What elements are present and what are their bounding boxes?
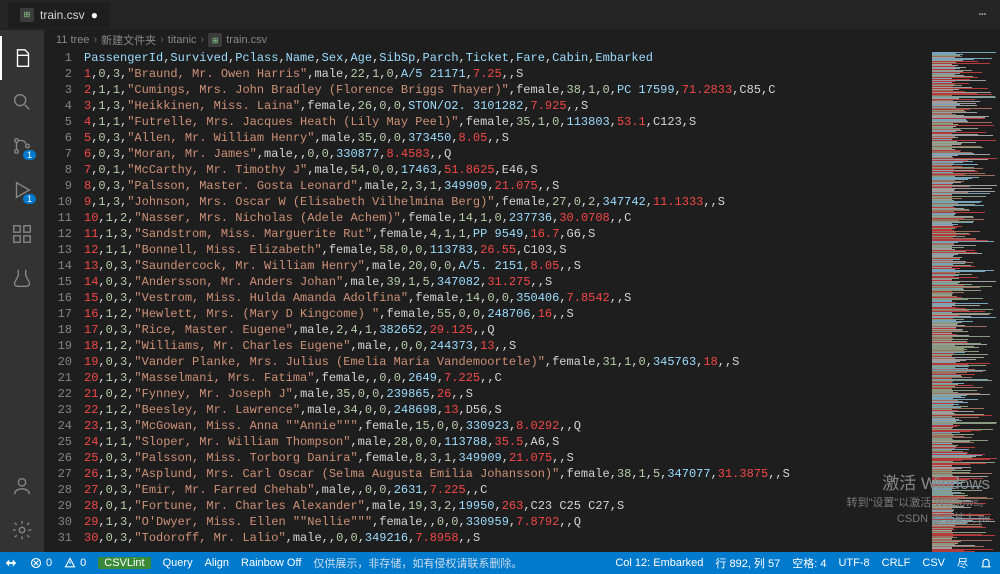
csv-query[interactable]: Query — [163, 557, 193, 569]
more-actions-icon[interactable]: ⋯ — [973, 3, 992, 26]
source-control-icon[interactable]: 1 — [0, 124, 44, 168]
line-number-gutter: 1234567891011121314151617181920212223242… — [44, 50, 84, 552]
editor-tab[interactable]: ⊞ train.csv ● — [8, 2, 110, 28]
tab-title: train.csv — [40, 8, 85, 22]
breadcrumb-seg[interactable]: 11 tree — [56, 34, 89, 46]
run-debug-icon[interactable]: 1 — [0, 168, 44, 212]
eol[interactable]: CRLF — [882, 557, 911, 569]
editor[interactable]: 1234567891011121314151617181920212223242… — [44, 50, 1000, 552]
language-mode[interactable]: CSV — [922, 557, 945, 569]
settings-gear-icon[interactable] — [0, 508, 44, 552]
accounts-icon[interactable] — [0, 464, 44, 508]
testing-icon[interactable] — [0, 256, 44, 300]
chevron-right-icon: › — [201, 34, 205, 46]
extensions-icon[interactable] — [0, 212, 44, 256]
csv-column-indicator[interactable]: Col 12: Embarked — [615, 557, 703, 569]
breadcrumbs[interactable]: 11 tree › 新建文件夹 › titanic › ⊞ train.csv — [44, 30, 1000, 50]
problems-errors[interactable]: 0 — [30, 557, 52, 569]
titlebar: ⊞ train.csv ● ⋯ — [0, 0, 1000, 30]
search-icon[interactable] — [0, 80, 44, 124]
encoding[interactable]: UTF-8 — [838, 557, 869, 569]
status-mid-text: 仅供展示，非存储，如有侵权请联系删除。 — [313, 555, 522, 571]
cursor-position[interactable]: 行 892, 列 57 — [715, 555, 780, 571]
split-editor-icon[interactable] — [961, 4, 973, 26]
status-bar: 0 0 CSVLint Query Align Rainbow Off 仅供展示… — [0, 552, 1000, 574]
feedback-icon[interactable]: 尽 — [957, 555, 968, 571]
indentation[interactable]: 空格: 4 — [792, 555, 826, 571]
remote-indicator[interactable] — [4, 556, 18, 570]
problems-warnings[interactable]: 0 — [64, 557, 86, 569]
minimap[interactable] — [930, 50, 1000, 552]
csv-file-icon: ⊞ — [20, 8, 34, 22]
debug-badge: 1 — [23, 194, 36, 204]
breadcrumb-seg[interactable]: titanic — [168, 34, 197, 46]
explorer-icon[interactable] — [0, 36, 44, 80]
code-content[interactable]: PassengerId,Survived,Pclass,Name,Sex,Age… — [84, 50, 930, 552]
notifications-icon[interactable] — [980, 557, 992, 569]
csvlint-status[interactable]: CSVLint — [98, 557, 150, 569]
activity-bar: 1 1 — [0, 30, 44, 552]
chevron-right-icon: › — [93, 34, 97, 46]
breadcrumb-seg[interactable]: train.csv — [226, 34, 267, 46]
breadcrumb-seg[interactable]: 新建文件夹 — [101, 32, 156, 48]
csv-file-icon: ⊞ — [208, 33, 222, 47]
chevron-right-icon: › — [160, 34, 164, 46]
scm-badge: 1 — [23, 150, 36, 160]
tab-dirty-indicator: ● — [91, 8, 98, 22]
csv-align[interactable]: Align — [205, 557, 229, 569]
rainbow-toggle[interactable]: Rainbow Off — [241, 557, 301, 569]
